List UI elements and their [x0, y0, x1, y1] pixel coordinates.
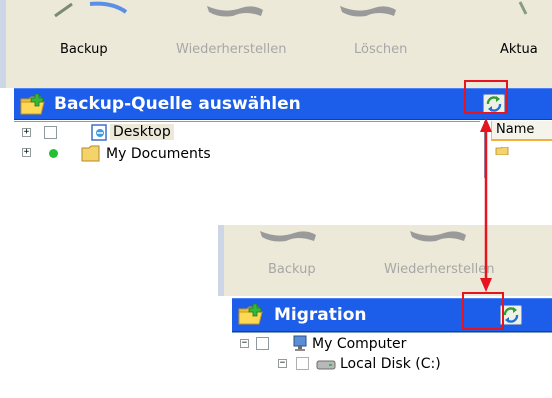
documents-folder-icon	[81, 145, 100, 162]
collapse-toggle[interactable]: −	[240, 339, 249, 348]
expand-toggle[interactable]: +	[22, 128, 31, 137]
tree-row-my-computer[interactable]: − My Computer	[232, 335, 492, 355]
folder-icon	[20, 94, 45, 115]
restore-icon	[207, 6, 263, 17]
window-left-edge	[218, 225, 224, 296]
toolbar: Backup Wiederherstellen	[218, 225, 552, 296]
refresh-arrows-icon	[503, 307, 519, 323]
highlight-box-bottom	[462, 292, 504, 330]
desktop-icon	[91, 124, 107, 141]
backup-icon	[260, 231, 316, 242]
folder-item-icon	[495, 147, 509, 155]
source-tree: + Desktop + My Documents	[14, 121, 480, 178]
folder-icon	[238, 304, 263, 325]
file-list-pane: Name	[484, 121, 552, 178]
collapse-toggle[interactable]: −	[278, 359, 287, 368]
tree-label-my-computer: My Computer	[312, 336, 407, 352]
refresh-toolbar-icon[interactable]	[516, 0, 552, 18]
delete-button[interactable]: Löschen	[354, 42, 407, 57]
local-disk-checkbox[interactable]	[296, 357, 309, 370]
restore-icon	[410, 231, 466, 242]
section-title: Backup-Quelle auswählen	[54, 94, 301, 114]
computer-icon	[293, 335, 307, 351]
window-left-edge	[0, 0, 6, 88]
tree-label-local-disk: Local Disk (C:)	[340, 356, 441, 372]
delete-icon	[340, 6, 396, 17]
refresh-button[interactable]: Aktua	[500, 42, 538, 57]
restore-button[interactable]: Wiederherstellen	[384, 262, 494, 277]
status-dot	[49, 149, 58, 158]
backup-window-crop: Backup Wiederherstellen Löschen Aktua Ba…	[0, 0, 552, 178]
migration-window-crop: Backup Wiederherstellen Migration − My C…	[218, 225, 552, 398]
section-title: Migration	[274, 305, 367, 325]
section-header: Migration	[232, 298, 552, 332]
tree-row-desktop[interactable]: + Desktop	[14, 124, 214, 144]
backup-button[interactable]: Backup	[268, 262, 316, 277]
highlight-box-top	[464, 80, 508, 114]
tree-row-local-disk[interactable]: − Local Disk (C:)	[232, 355, 532, 375]
desktop-checkbox[interactable]	[44, 126, 57, 139]
column-header-name[interactable]: Name	[491, 121, 552, 141]
toolbar: Backup Wiederherstellen Löschen Aktua	[0, 0, 552, 88]
tree-label-documents: My Documents	[106, 146, 211, 162]
tree-row-documents[interactable]: + My Documents	[14, 144, 274, 164]
migration-tree: − My Computer − Local Disk (C:)	[232, 332, 552, 398]
restore-button[interactable]: Wiederherstellen	[176, 42, 286, 57]
disk-icon	[316, 360, 336, 370]
backup-button[interactable]: Backup	[60, 42, 108, 57]
tree-label-desktop: Desktop	[110, 124, 174, 140]
expand-toggle[interactable]: +	[22, 148, 31, 157]
my-computer-checkbox[interactable]	[256, 337, 269, 350]
backup-icon[interactable]	[50, 0, 130, 18]
